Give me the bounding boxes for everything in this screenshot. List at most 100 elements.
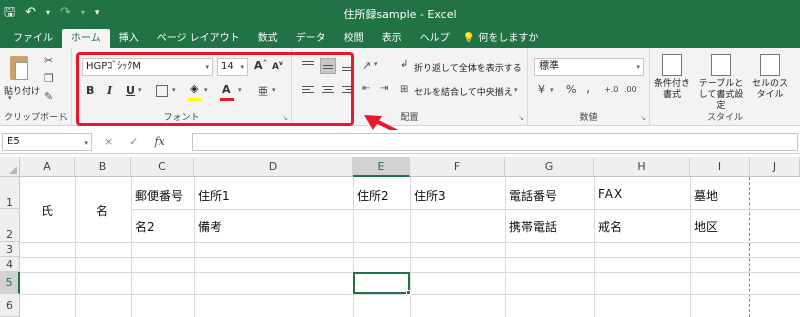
tab-file[interactable]: ファイル: [4, 29, 62, 48]
cell-F1[interactable]: 住所3: [414, 187, 446, 204]
clipboard-group: 貼り付け ▾ ✂ ❐ ✎ クリップボード ↘: [0, 48, 72, 126]
format-painter-icon[interactable]: ✎: [44, 90, 53, 103]
merge-center-button[interactable]: セルを結合して中央揃え: [414, 85, 513, 98]
spreadsheet-grid: A B C D E F G H I J 1 2 3 4 5 6 氏 名 郵便番号…: [0, 157, 800, 317]
orientation-dropdown-icon[interactable]: ▾: [374, 60, 378, 68]
gridline: [131, 177, 132, 317]
column-header-G[interactable]: G: [505, 157, 594, 177]
format-as-table-icon: [711, 54, 731, 76]
cell-G2[interactable]: 携帯電話: [509, 218, 557, 235]
name-box[interactable]: E5 ▾: [2, 133, 92, 151]
fill-handle[interactable]: [406, 290, 411, 295]
row-header-3[interactable]: 3: [0, 242, 20, 257]
increase-decimal-icon[interactable]: +.0: [604, 85, 618, 94]
tab-formulas[interactable]: 数式: [249, 29, 287, 48]
decrease-indent-icon[interactable]: ⇤: [362, 83, 370, 94]
tab-page-layout[interactable]: ページ レイアウト: [148, 29, 249, 48]
wrap-text-icon[interactable]: ↲: [400, 59, 408, 70]
comma-button[interactable]: ,: [586, 81, 590, 96]
format-as-table-label: テーブルとして書式設定: [698, 79, 744, 111]
currency-icon[interactable]: ¥: [538, 83, 545, 96]
formula-input[interactable]: [192, 133, 798, 151]
merge-center-icon[interactable]: ⊞: [400, 84, 408, 95]
format-as-table-button[interactable]: テーブルとして書式設定: [696, 54, 746, 112]
column-header-E[interactable]: E: [353, 157, 410, 177]
copy-icon[interactable]: ❐: [44, 72, 54, 85]
gridline: [75, 177, 76, 317]
gridline: [20, 257, 800, 258]
cell-B1[interactable]: 名: [96, 202, 108, 219]
name-box-value: E5: [7, 136, 20, 147]
column-header-C[interactable]: C: [131, 157, 194, 177]
row-header-5[interactable]: 5: [0, 272, 20, 294]
number-format-value: 標準: [539, 61, 559, 72]
window-title: 住所録sample - Excel: [343, 8, 457, 21]
gridline: [353, 177, 354, 317]
insert-function-icon[interactable]: fx: [154, 135, 164, 148]
number-launcher-icon[interactable]: ↘: [640, 114, 646, 122]
gridline: [690, 177, 691, 317]
cell-C1[interactable]: 郵便番号: [135, 187, 183, 204]
alignment-launcher-icon[interactable]: ↘: [518, 114, 524, 122]
clipboard-group-label: クリップボード: [3, 113, 67, 123]
tell-me-label: 何をしますか: [478, 33, 539, 44]
conditional-formatting-button[interactable]: 条件付き書式: [652, 54, 692, 101]
row-header-2[interactable]: 2: [0, 209, 20, 242]
column-header-H[interactable]: H: [594, 157, 690, 177]
cell-A1[interactable]: 氏: [41, 202, 53, 219]
gridline: [505, 177, 506, 317]
number-group: 標準 ▾ ¥ ▾ % , +.0 .00 数値 ↘: [528, 48, 650, 126]
tab-help[interactable]: ヘルプ: [411, 29, 459, 48]
chevron-down-icon: ▾: [84, 139, 88, 147]
formula-bar: E5 ▾ × ✓ fx: [0, 130, 800, 154]
tab-insert[interactable]: 挿入: [110, 29, 148, 48]
cell-E1[interactable]: 住所2: [357, 187, 389, 204]
percent-button[interactable]: %: [566, 83, 576, 96]
paste-icon[interactable]: [6, 54, 34, 84]
gridline: [194, 177, 195, 317]
column-header-J[interactable]: J: [750, 157, 800, 177]
row-header-4[interactable]: 4: [0, 257, 20, 272]
column-header-A[interactable]: A: [20, 157, 75, 177]
cell-styles-button[interactable]: セルのスタイル: [750, 54, 790, 101]
cell-H2[interactable]: 戒名: [598, 218, 622, 235]
cell-I2[interactable]: 地区: [694, 218, 718, 235]
decrease-decimal-icon[interactable]: .00: [624, 85, 637, 94]
currency-dropdown-icon[interactable]: ▾: [550, 86, 554, 94]
gridline: [594, 177, 595, 317]
column-header-F[interactable]: F: [410, 157, 505, 177]
gridline: [410, 177, 411, 317]
tab-home[interactable]: ホーム: [62, 29, 110, 48]
cut-icon[interactable]: ✂: [44, 54, 53, 67]
cell-D1[interactable]: 住所1: [198, 187, 230, 204]
select-all-button[interactable]: [0, 157, 20, 177]
row-header-1[interactable]: 1: [0, 177, 20, 209]
column-header-I[interactable]: I: [690, 157, 750, 177]
styles-group: 条件付き書式 テーブルとして書式設定 セルのスタイル スタイル: [650, 48, 800, 126]
formula-icons: × ✓ fx: [104, 135, 165, 148]
cell-styles-label: セルのスタイル: [751, 79, 788, 100]
tab-review[interactable]: 校閲: [335, 29, 373, 48]
cell-I1[interactable]: 墓地: [694, 187, 718, 204]
cell-H1[interactable]: FAX: [598, 187, 623, 201]
cancel-icon[interactable]: ×: [104, 135, 113, 148]
conditional-formatting-label: 条件付き書式: [653, 79, 690, 100]
paste-dropdown-icon[interactable]: ▾: [8, 94, 12, 102]
cell-D2[interactable]: 備考: [198, 218, 222, 235]
cell-G1[interactable]: 電話番号: [509, 187, 557, 204]
number-format-select[interactable]: 標準 ▾: [534, 58, 644, 76]
orientation-icon[interactable]: ↗: [362, 59, 371, 72]
column-header-D[interactable]: D: [194, 157, 353, 177]
cell-C2[interactable]: 名2: [135, 218, 155, 235]
tab-view[interactable]: 表示: [373, 29, 411, 48]
wrap-text-button[interactable]: 折り返して全体を表示する: [414, 61, 522, 74]
merge-dropdown-icon[interactable]: ▾: [514, 86, 518, 94]
active-cell-E5[interactable]: [353, 272, 410, 294]
tell-me-search[interactable]: 💡 何をしますか: [459, 29, 548, 48]
increase-indent-icon[interactable]: ⇥: [380, 83, 388, 94]
column-header-B[interactable]: B: [75, 157, 131, 177]
row-header-6[interactable]: 6: [0, 294, 20, 317]
enter-icon[interactable]: ✓: [129, 135, 138, 148]
clipboard-launcher-icon[interactable]: ↘: [62, 114, 68, 122]
tab-data[interactable]: データ: [287, 29, 335, 48]
